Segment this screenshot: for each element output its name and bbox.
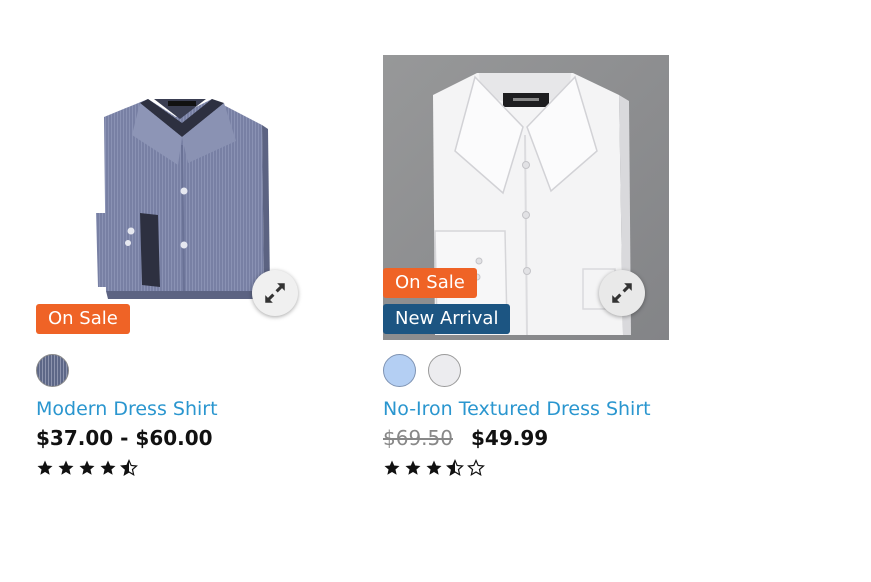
swatch-light-blue[interactable] <box>383 354 416 387</box>
new-arrival-badge: New Arrival <box>383 304 511 334</box>
color-swatches <box>383 354 461 387</box>
price-original: $69.50 <box>383 426 453 450</box>
zoom-button[interactable] <box>599 270 645 316</box>
star-filled-icon <box>100 460 116 475</box>
star-filled-icon <box>37 460 53 475</box>
expand-arrows-icon <box>612 283 632 303</box>
rating-stars <box>36 459 138 477</box>
star-half-icon <box>120 459 138 476</box>
swatch-navy-pinstripe[interactable] <box>36 354 69 387</box>
star-filled-icon <box>426 460 442 475</box>
product-name-link[interactable]: No-Iron Textured Dress Shirt <box>383 398 651 420</box>
star-filled-icon <box>58 460 74 475</box>
product-price: $37.00 - $60.00 <box>36 426 213 450</box>
star-filled-icon <box>79 460 95 475</box>
rating-stars <box>383 459 485 477</box>
product-grid: On Sale Modern Dress Shirt $37.00 - $60.… <box>0 0 871 582</box>
price-current: $37.00 - $60.00 <box>36 426 213 450</box>
sale-badge: On Sale <box>383 268 477 298</box>
star-filled-icon <box>405 460 421 475</box>
zoom-button[interactable] <box>252 270 298 316</box>
star-empty-icon <box>467 459 485 476</box>
product-price: $69.50 $49.99 <box>383 426 548 450</box>
price-current: $49.99 <box>470 426 549 450</box>
product-name-link[interactable]: Modern Dress Shirt <box>36 398 218 420</box>
star-half-icon <box>446 459 464 476</box>
star-filled-icon <box>384 460 400 475</box>
color-swatches <box>36 354 69 387</box>
product-image[interactable] <box>36 55 322 340</box>
swatch-white[interactable] <box>428 354 461 387</box>
expand-arrows-icon <box>265 283 285 303</box>
sale-badge: On Sale <box>36 304 130 334</box>
